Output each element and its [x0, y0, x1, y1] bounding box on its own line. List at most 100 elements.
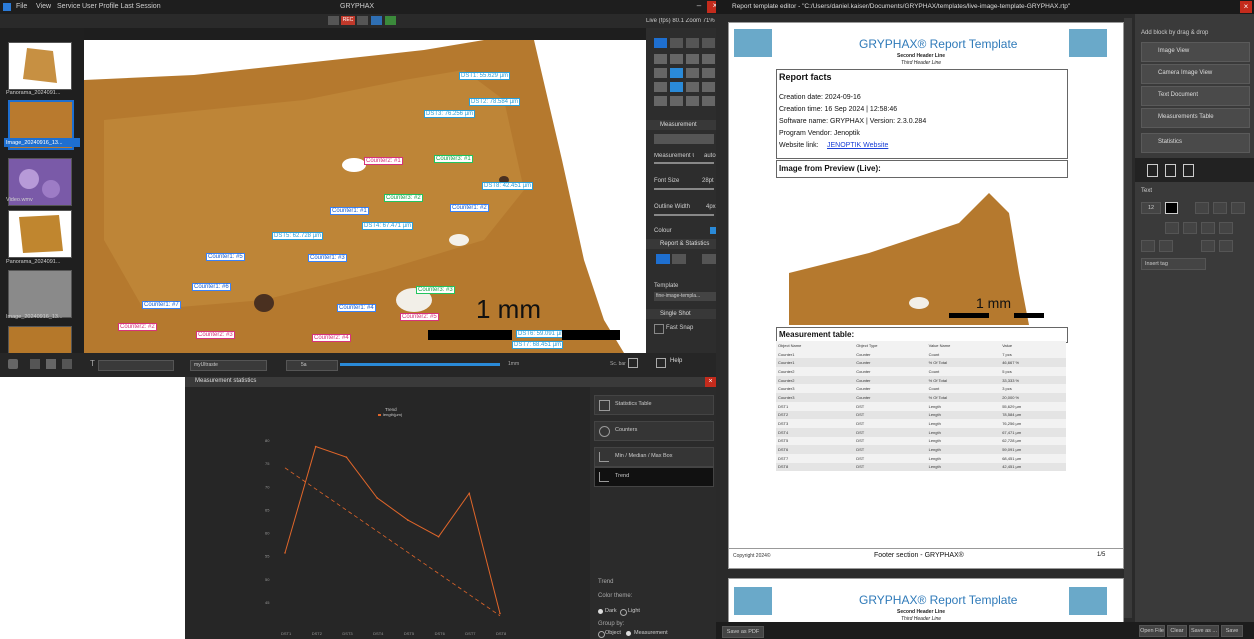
thumbnail-panorama-1[interactable]: [8, 42, 72, 90]
distance-label[interactable]: DST6: 59.091 µm: [516, 330, 568, 338]
page-scrollbar[interactable]: [1124, 18, 1132, 618]
help-label[interactable]: Help: [670, 358, 682, 364]
save-pdf-button[interactable]: Save as PDF: [722, 626, 764, 638]
counter-label[interactable]: Counter2: #2: [118, 323, 157, 331]
save-as-button[interactable]: Save as ...: [1189, 625, 1219, 637]
thumbnail-image-2[interactable]: [8, 270, 72, 318]
fast-snap-icon[interactable]: [654, 324, 664, 334]
unit-value[interactable]: auto: [704, 153, 716, 159]
close-icon[interactable]: ×: [1240, 1, 1252, 13]
save-file-icon[interactable]: [1165, 164, 1176, 177]
measurement-tools[interactable]: [654, 134, 714, 144]
new-file-icon[interactable]: [1147, 164, 1158, 177]
measurement-radio[interactable]: [626, 631, 631, 636]
align-left-button[interactable]: [1165, 222, 1179, 234]
counter-label[interactable]: Counter2: #4: [312, 334, 351, 342]
template-select[interactable]: fine-image-templa...: [654, 292, 720, 301]
align-justify-button[interactable]: [1219, 222, 1233, 234]
trend-button[interactable]: Trend: [594, 467, 714, 487]
website-link[interactable]: JENOPTIK Website: [827, 142, 888, 149]
delete-icon[interactable]: [62, 359, 72, 369]
menu-file[interactable]: File: [16, 3, 27, 10]
user-icon[interactable]: [46, 359, 56, 369]
camera-image-view-block[interactable]: Camera Image View: [1141, 64, 1250, 84]
image-viewer[interactable]: DST1: 55.629 µm DST2: 78.584 µm DST3: 76…: [84, 40, 646, 353]
menu-view[interactable]: View: [36, 3, 51, 10]
counter-label[interactable]: Counter1: #1: [330, 207, 369, 215]
text-color-swatch[interactable]: [1165, 202, 1178, 214]
text-input[interactable]: [98, 360, 174, 371]
report-page[interactable]: GRYPHAX® Report Template Second Header L…: [728, 22, 1124, 569]
distance-label[interactable]: DST8: 42.451 µm: [482, 182, 534, 190]
camera-icon[interactable]: [371, 16, 382, 25]
minimize-icon[interactable]: –: [692, 1, 706, 13]
folder-icon[interactable]: [30, 359, 40, 369]
counters-button[interactable]: Counters: [594, 421, 714, 441]
chart-icon[interactable]: [672, 254, 686, 264]
distance-label[interactable]: DST1: 55.629 µm: [459, 72, 511, 80]
min-median-max-button[interactable]: Min / Median / Max Box: [594, 447, 714, 467]
table-icon[interactable]: [702, 254, 716, 264]
counter-label[interactable]: Counter2: #5: [400, 313, 439, 321]
insert-tag-select[interactable]: Insert tag: [1141, 258, 1206, 270]
object-option[interactable]: Object: [605, 630, 621, 636]
counter-label[interactable]: Counter2: #3: [196, 331, 235, 339]
text-document-block[interactable]: Text Document: [1141, 86, 1250, 106]
measurements-table-block[interactable]: Measurements Table: [1141, 108, 1250, 128]
counter-label[interactable]: Counter1: #2: [450, 204, 489, 212]
dark-option[interactable]: Dark: [605, 608, 617, 614]
outline-slider[interactable]: [654, 214, 714, 216]
close-icon[interactable]: ×: [705, 377, 716, 387]
bold-button[interactable]: [1195, 202, 1209, 214]
image-button[interactable]: [1219, 240, 1233, 252]
align-right-button[interactable]: [1201, 222, 1215, 234]
measurement-option[interactable]: Measurement: [634, 630, 668, 636]
menu-service[interactable]: Service: [57, 3, 80, 10]
sequence-icon[interactable]: [357, 16, 368, 25]
statistics-table-button[interactable]: Statistics Table: [594, 395, 714, 415]
font-grow-button[interactable]: [1141, 240, 1155, 252]
scale-slider[interactable]: [340, 363, 500, 366]
record-button[interactable]: REC: [341, 16, 355, 25]
export-file-icon[interactable]: [1183, 164, 1194, 177]
counter-label[interactable]: Counter3: #2: [384, 194, 423, 202]
counter-label[interactable]: Counter1: #7: [142, 301, 181, 309]
image-view-block[interactable]: Image View: [1141, 42, 1250, 62]
font-shrink-button[interactable]: [1159, 240, 1173, 252]
counter-label[interactable]: Counter2: #1: [364, 157, 403, 165]
italic-button[interactable]: [1213, 202, 1227, 214]
scalebar-checkbox[interactable]: [628, 358, 638, 368]
font-size-select[interactable]: 12: [1141, 202, 1161, 214]
statistics-block[interactable]: Statistics: [1141, 133, 1250, 153]
counter-label[interactable]: Counter1: #4: [337, 304, 376, 312]
report-icon[interactable]: [656, 254, 670, 264]
camera-icon[interactable]: [8, 359, 18, 369]
light-radio[interactable]: [620, 609, 627, 616]
thumbnail-image-3[interactable]: [8, 326, 72, 354]
distance-label[interactable]: DST5: 62.728 µm: [272, 232, 324, 240]
snap-icon[interactable]: [328, 16, 339, 25]
link-button[interactable]: [1201, 240, 1215, 252]
align-center-button[interactable]: [1183, 222, 1197, 234]
object-radio[interactable]: [598, 631, 605, 638]
distance-label[interactable]: DST2: 78.584 µm: [469, 98, 521, 106]
unit-slider[interactable]: [654, 162, 714, 164]
distance-label[interactable]: DST7: 68.451 µm: [512, 341, 564, 349]
dark-radio[interactable]: [598, 609, 603, 614]
settings-icon[interactable]: [385, 16, 396, 25]
menu-user-profile[interactable]: User Profile Last Session: [82, 3, 161, 10]
distance-label[interactable]: DST4: 67.471 µm: [362, 222, 414, 230]
distance-label[interactable]: DST3: 76.256 µm: [424, 110, 476, 118]
save-button[interactable]: Save: [1221, 625, 1243, 637]
open-file-button[interactable]: Open File: [1139, 625, 1165, 637]
counter-label[interactable]: Counter1: #6: [192, 283, 231, 291]
font-size-slider[interactable]: [654, 188, 714, 190]
color-select[interactable]: 5a: [286, 360, 338, 371]
clear-button[interactable]: Clear: [1167, 625, 1187, 637]
counter-label[interactable]: Counter3: #3: [416, 286, 455, 294]
text-tool-label[interactable]: T: [90, 359, 95, 368]
help-icon[interactable]: [656, 358, 666, 368]
underline-button[interactable]: [1231, 202, 1245, 214]
thumbnail-panorama-2[interactable]: [8, 210, 72, 258]
counter-label[interactable]: Counter1: #5: [206, 253, 245, 261]
